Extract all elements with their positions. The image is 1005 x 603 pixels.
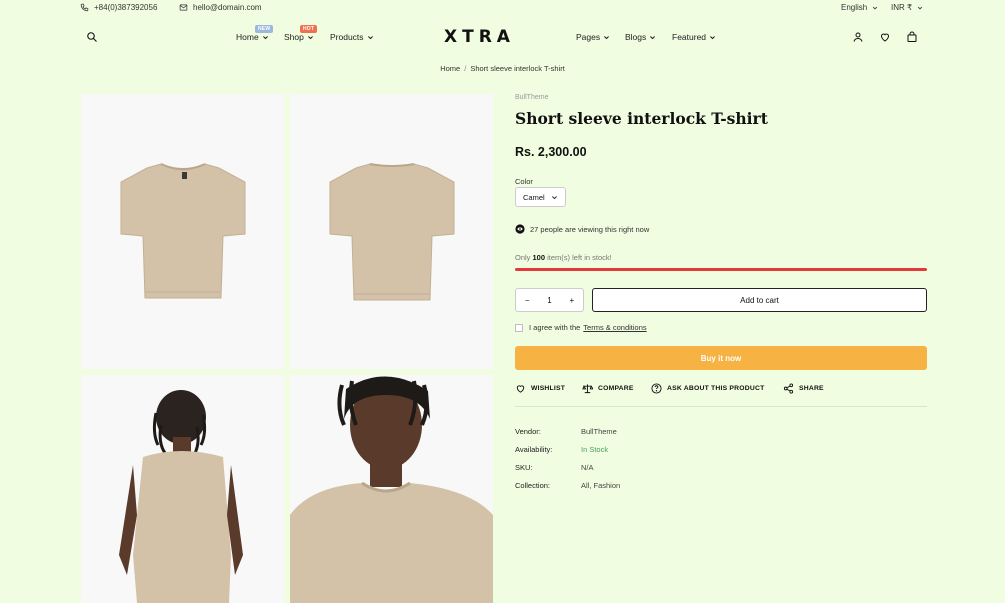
breadcrumb-separator: / <box>464 64 467 73</box>
stock-progress-fill <box>515 268 927 271</box>
meta-collection-value[interactable]: All, Fashion <box>581 481 620 490</box>
share-label: SHARE <box>799 385 824 392</box>
top-bar: +84(0)387392056 hello@domain.com English… <box>0 0 1005 16</box>
cart-bag-icon[interactable] <box>906 31 918 43</box>
nav-pages-label: Pages <box>576 32 601 42</box>
stock-notice: Only 100 item(s) left in stock! <box>515 253 612 262</box>
model-image-back[interactable] <box>81 375 284 603</box>
meta-availability-key: Availability: <box>515 445 553 454</box>
tshirt-front-image <box>120 163 246 299</box>
chevron-down-icon <box>650 35 656 39</box>
heart-icon <box>516 385 525 393</box>
tshirt-back-image <box>329 163 455 301</box>
terms-checkbox[interactable] <box>515 323 523 332</box>
nav-shop[interactable]: Shop HOT <box>284 25 318 42</box>
phone-icon <box>80 3 89 12</box>
viewing-notice: 27 people are viewing this right now <box>515 224 649 234</box>
currency-selector[interactable]: INR ₹ <box>891 3 923 12</box>
product-vendor[interactable]: BullTheme <box>515 94 548 101</box>
site-header: Home NEW Shop HOT Products XTRA Pages Bl… <box>0 16 1005 56</box>
increase-quantity-button[interactable]: + <box>565 296 579 305</box>
compare-label: COMPARE <box>598 385 634 392</box>
wishlist-action[interactable]: WISHLIST <box>515 383 565 394</box>
viewing-text: 27 people are viewing this right now <box>530 224 650 234</box>
chevron-down-icon <box>367 35 373 39</box>
stock-suffix: item(s) left in stock! <box>547 253 612 262</box>
meta-sku-value: N/A <box>581 463 594 472</box>
product-image-front[interactable] <box>81 94 284 369</box>
nav-blogs[interactable]: Blogs <box>625 32 656 42</box>
meta-vendor-value[interactable]: BullTheme <box>581 427 617 436</box>
buy-now-button[interactable]: Buy it now <box>515 346 927 370</box>
chevron-down-icon <box>307 35 313 39</box>
product-title: Short sleeve interlock T-shirt <box>515 109 768 128</box>
hot-badge: HOT <box>300 25 318 33</box>
terms-agreement: I agree with the Terms & conditions <box>515 323 647 332</box>
color-label: Color <box>515 177 533 186</box>
phone-contact[interactable]: +84(0)387392056 <box>80 3 157 12</box>
breadcrumb-home[interactable]: Home <box>440 64 460 73</box>
chevron-down-icon <box>604 35 610 39</box>
meta-availability-value: In Stock <box>581 445 609 454</box>
mail-icon <box>179 4 188 11</box>
meta-sku-key: SKU: <box>515 463 533 472</box>
chevron-down-icon <box>873 6 878 10</box>
share-action[interactable]: SHARE <box>783 383 824 394</box>
quantity-input[interactable]: 1 <box>542 296 556 305</box>
terms-link[interactable]: Terms & conditions <box>583 323 646 332</box>
meta-collection-key: Collection: <box>515 481 551 490</box>
stock-prefix: Only <box>515 253 531 262</box>
nav-shop-label: Shop <box>284 32 304 42</box>
compare-action[interactable]: COMPARE <box>582 383 634 394</box>
language-label: English <box>841 3 868 12</box>
quantity-stepper: − 1 + <box>515 288 584 312</box>
scale-icon <box>582 384 593 394</box>
stock-progress-bar <box>515 268 927 271</box>
section-divider <box>515 406 927 407</box>
heart-icon[interactable] <box>879 31 891 43</box>
nav-featured-label: Featured <box>672 32 707 42</box>
question-icon <box>651 383 662 394</box>
share-icon <box>783 383 794 394</box>
nav-home[interactable]: Home NEW <box>236 25 274 42</box>
product-price: Rs. 2,300.00 <box>515 145 587 159</box>
language-selector[interactable]: English <box>841 3 878 12</box>
nav-blogs-label: Blogs <box>625 32 647 42</box>
new-badge: NEW <box>255 25 274 33</box>
model-image-front[interactable] <box>290 375 493 603</box>
nav-pages[interactable]: Pages <box>576 32 610 42</box>
ask-label: ASK ABOUT THIS PRODUCT <box>667 385 765 392</box>
site-logo[interactable]: XTRA <box>444 27 515 47</box>
user-icon[interactable] <box>852 31 864 43</box>
color-select[interactable]: Camel <box>515 187 566 207</box>
color-value: Camel <box>523 192 545 202</box>
decrease-quantity-button[interactable]: − <box>520 296 534 305</box>
email-address: hello@domain.com <box>193 3 262 12</box>
phone-number: +84(0)387392056 <box>94 3 158 12</box>
breadcrumb: Home / Short sleeve interlock T-shirt <box>0 64 1005 73</box>
email-contact[interactable]: hello@domain.com <box>179 3 262 12</box>
wishlist-label: WISHLIST <box>531 385 566 392</box>
nav-featured[interactable]: Featured <box>672 32 716 42</box>
add-to-cart-button[interactable]: Add to cart <box>592 288 927 312</box>
nav-home-label: Home <box>236 32 259 42</box>
nav-products[interactable]: Products <box>330 32 374 42</box>
stock-count: 100 <box>532 253 546 262</box>
agree-text: I agree with the <box>529 323 581 332</box>
chevron-down-icon <box>262 35 268 39</box>
chevron-down-icon <box>710 35 716 39</box>
breadcrumb-current: Short sleeve interlock T-shirt <box>470 64 565 73</box>
currency-label: INR ₹ <box>891 3 913 12</box>
model-front-photo <box>290 376 493 603</box>
nav-products-label: Products <box>330 32 364 42</box>
model-back-photo <box>119 390 243 603</box>
search-icon[interactable] <box>86 31 98 43</box>
product-image-back[interactable] <box>290 94 493 369</box>
meta-vendor-key: Vendor: <box>515 427 541 436</box>
eye-icon <box>515 224 525 234</box>
ask-product-action[interactable]: ASK ABOUT THIS PRODUCT <box>651 383 764 394</box>
chevron-down-icon <box>551 195 557 199</box>
chevron-down-icon <box>917 6 923 10</box>
